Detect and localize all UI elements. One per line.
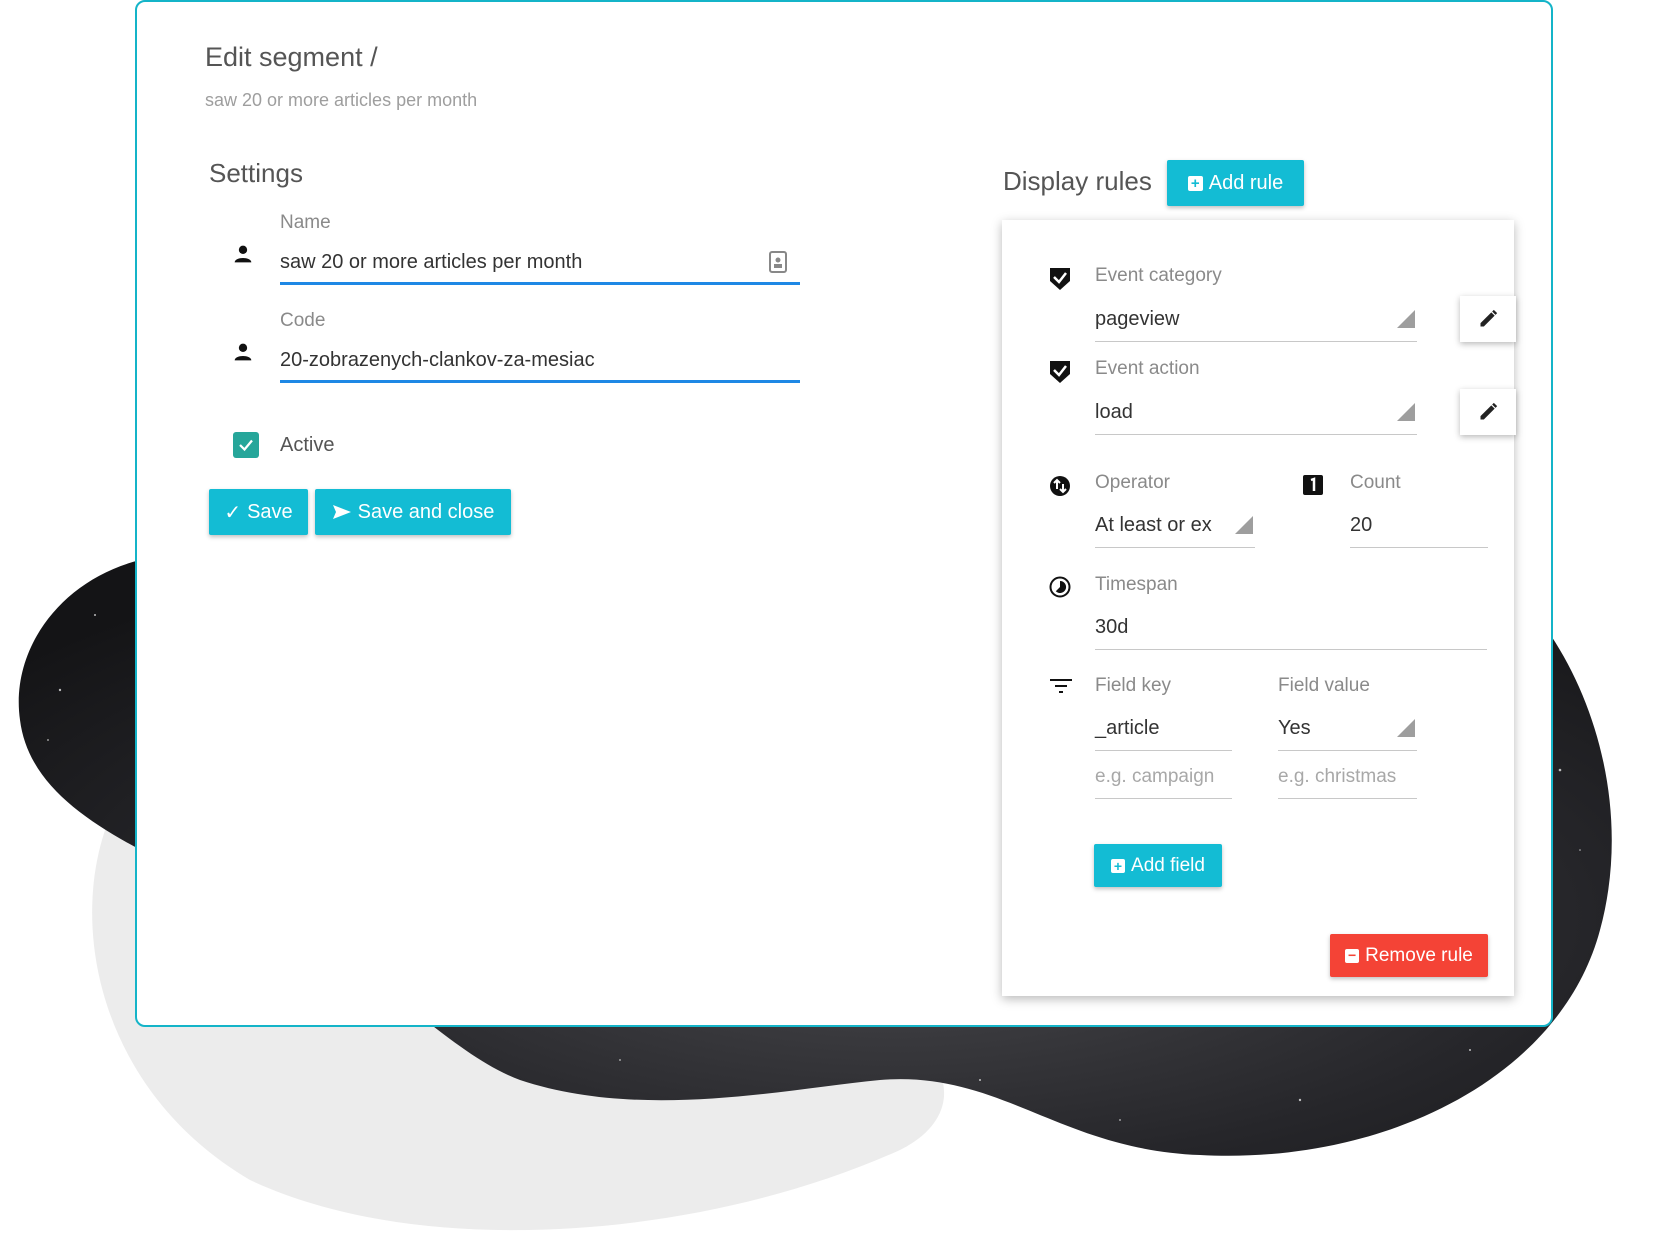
event-category-label: Event category (1095, 265, 1222, 286)
dropdown-arrow-icon (1235, 516, 1253, 534)
event-action-underline (1095, 434, 1417, 435)
page-title: Edit segment / (205, 42, 378, 72)
check-icon: ✓ (224, 501, 242, 524)
field-value-placeholder-underline (1278, 798, 1417, 799)
remove-rule-button[interactable]: − Remove rule (1330, 934, 1488, 977)
name-input[interactable]: saw 20 or more articles per month (280, 251, 730, 274)
edit-event-category-button[interactable] (1460, 296, 1516, 342)
timespan-label: Timespan (1095, 574, 1178, 595)
timespan-input[interactable]: 30d (1095, 616, 1295, 639)
timespan-underline (1095, 649, 1487, 650)
display-rules-heading: Display rules (1003, 166, 1152, 196)
save-button[interactable]: ✓ Save (209, 489, 308, 535)
plus-box-icon: + (1187, 175, 1203, 191)
field-key-input[interactable]: _article (1095, 717, 1225, 740)
code-input[interactable]: 20-zobrazenych-clankov-za-mesiac (280, 349, 780, 372)
field-value-select[interactable]: Yes (1278, 717, 1378, 740)
count-underline (1350, 547, 1488, 548)
dropdown-arrow-icon (1397, 310, 1415, 328)
person-icon (231, 340, 255, 364)
field-value-placeholder-input[interactable]: e.g. christmas (1278, 766, 1396, 788)
event-category-underline (1095, 341, 1417, 342)
numeric-one-box-icon (1302, 474, 1324, 496)
person-icon (231, 242, 255, 266)
settings-heading: Settings (209, 158, 303, 188)
add-rule-button[interactable]: + Add rule (1167, 160, 1304, 206)
name-underline (280, 282, 800, 285)
field-value-label: Field value (1278, 675, 1370, 696)
edit-event-action-button[interactable] (1460, 389, 1516, 435)
code-label: Code (280, 310, 326, 331)
event-action-select[interactable]: load (1095, 401, 1375, 424)
timelapse-icon (1048, 575, 1072, 599)
event-action-label: Event action (1095, 358, 1200, 379)
send-icon (332, 505, 351, 519)
minus-box-icon: − (1345, 948, 1360, 963)
pencil-icon (1480, 309, 1498, 327)
dropdown-arrow-icon (1397, 403, 1415, 421)
operator-select[interactable]: At least or ex (1095, 514, 1215, 537)
filter-icon (1049, 676, 1073, 696)
field-key-label: Field key (1095, 675, 1172, 696)
name-label: Name (280, 212, 331, 233)
save-and-close-button[interactable]: Save and close (315, 489, 511, 535)
shield-check-icon (1048, 359, 1072, 385)
operator-icon (1048, 474, 1072, 498)
page-subtitle: saw 20 or more articles per month (205, 90, 478, 110)
contact-card-icon[interactable] (767, 250, 789, 274)
operator-label: Operator (1095, 472, 1170, 493)
segment-editor-card: Edit segment / saw 20 or more articles p… (135, 0, 1553, 1027)
active-checkbox[interactable] (233, 432, 259, 458)
rule-card: Event category pageview Event action loa… (1002, 220, 1516, 996)
add-field-button[interactable]: + Add field (1094, 844, 1222, 887)
field-key-placeholder-underline (1095, 798, 1232, 799)
dropdown-arrow-icon (1397, 719, 1415, 737)
plus-box-icon: + (1111, 858, 1126, 873)
field-key-underline (1095, 750, 1232, 751)
active-label: Active (280, 434, 335, 456)
code-underline (280, 380, 800, 383)
field-key-placeholder-input[interactable]: e.g. campaign (1095, 766, 1214, 788)
pencil-icon (1480, 402, 1498, 420)
field-value-underline (1278, 750, 1417, 751)
operator-underline (1095, 547, 1255, 548)
event-category-select[interactable]: pageview (1095, 308, 1375, 331)
shield-check-icon (1048, 266, 1072, 292)
count-label: Count (1350, 472, 1401, 493)
count-input[interactable]: 20 (1350, 514, 1470, 537)
